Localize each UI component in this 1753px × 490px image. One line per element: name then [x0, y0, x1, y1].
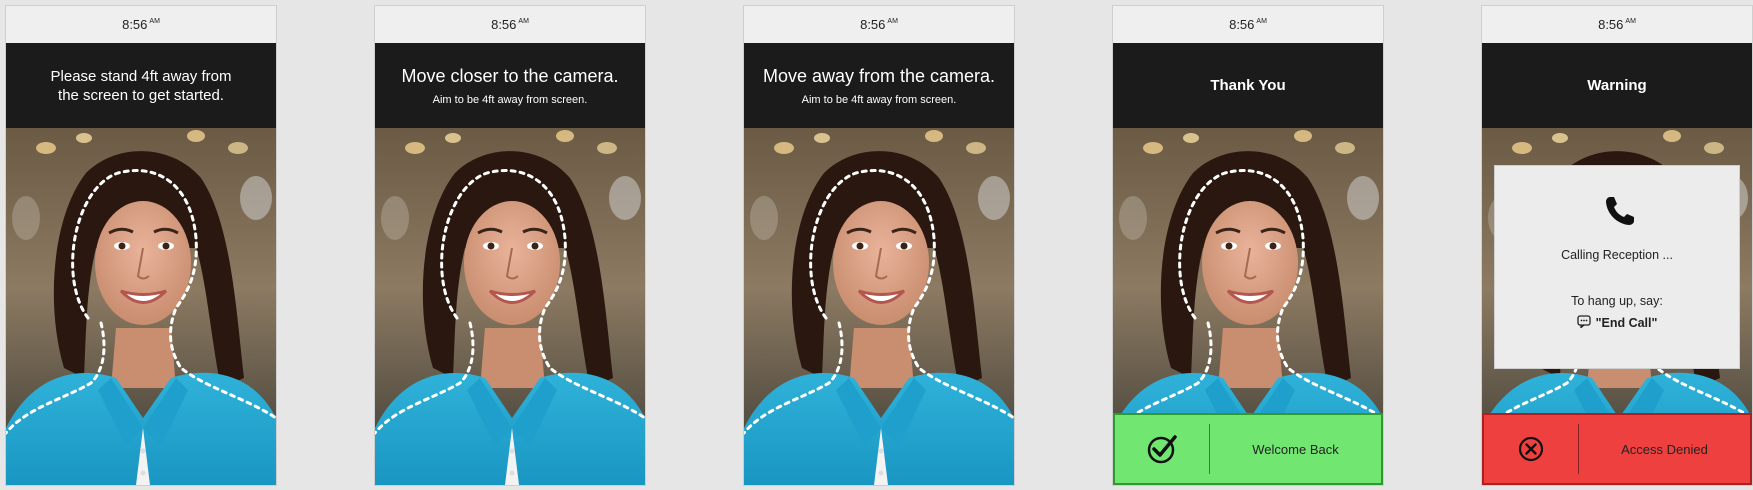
header-title: Warning: [1587, 77, 1647, 94]
header-subtitle: Aim to be 4ft away from screen.: [801, 94, 957, 106]
header-title: Thank You: [1210, 77, 1286, 94]
phone-screen-stand-back: 8:56 AM Please stand 4ft away from the sc…: [6, 6, 276, 485]
status-bar: 8:56 AM: [744, 6, 1014, 43]
status-time: 8:56: [1229, 17, 1255, 32]
instruction-header: Please stand 4ft away from the screen to…: [6, 43, 276, 128]
phone-screen-warning: 8:56 AM Warning Calling Reception ... To …: [1482, 6, 1752, 485]
close-circle-icon: [1484, 435, 1578, 463]
result-text: Access Denied: [1621, 441, 1708, 457]
access-denied-bar: Access Denied: [1482, 413, 1752, 485]
result-text: Welcome Back: [1252, 441, 1339, 457]
status-ampm: AM: [518, 18, 529, 25]
phone-screen-move-closer: 8:56 AM Move closer to the camera. Aim to…: [375, 6, 645, 485]
camera-feed: [6, 128, 276, 485]
header-line-1: Please stand 4ft away from: [50, 67, 232, 85]
status-bar: 8:56 AM: [1113, 6, 1383, 43]
hangup-instruction: To hang up, say:: [1571, 294, 1663, 308]
header-title: Move away from the camera.: [762, 66, 996, 86]
instruction-header: Thank You: [1113, 43, 1383, 128]
header-title: Move closer to the camera.: [401, 66, 619, 86]
camera-feed: [375, 128, 645, 485]
header-line-2: the screen to get started.: [58, 86, 224, 104]
status-ampm: AM: [149, 18, 160, 25]
hangup-command-text: "End Call": [1595, 316, 1658, 330]
checkmark-circle-icon: [1115, 432, 1209, 466]
instruction-header: Warning: [1482, 43, 1752, 128]
header-subtitle: Aim to be 4ft away from screen.: [432, 94, 588, 106]
status-bar: 8:56 AM: [1482, 6, 1752, 43]
status-ampm: AM: [1625, 18, 1636, 25]
hangup-command: "End Call": [1495, 315, 1739, 331]
instruction-header: Move closer to the camera. Aim to be 4ft…: [375, 43, 645, 128]
status-bar: 8:56 AM: [6, 6, 276, 43]
call-status-text: Calling Reception ...: [1561, 248, 1673, 262]
status-time: 8:56: [1598, 17, 1624, 32]
camera-feed: [744, 128, 1014, 485]
phone-icon: [1603, 194, 1637, 231]
status-time: 8:56: [122, 17, 148, 32]
status-ampm: AM: [887, 18, 898, 25]
status-time: 8:56: [860, 17, 886, 32]
phone-screen-thank-you: 8:56 AM Thank You Welcome Back: [1113, 6, 1383, 485]
phone-screen-move-away: 8:56 AM Move away from the camera. Aim to…: [744, 6, 1014, 485]
speech-bubble-icon: [1576, 315, 1591, 331]
instruction-header: Move away from the camera. Aim to be 4ft…: [744, 43, 1014, 128]
welcome-result-bar: Welcome Back: [1113, 413, 1383, 485]
status-bar: 8:56 AM: [375, 6, 645, 43]
status-time: 8:56: [491, 17, 517, 32]
status-ampm: AM: [1256, 18, 1267, 25]
calling-dialog: Calling Reception ... To hang up, say: "…: [1494, 165, 1740, 369]
